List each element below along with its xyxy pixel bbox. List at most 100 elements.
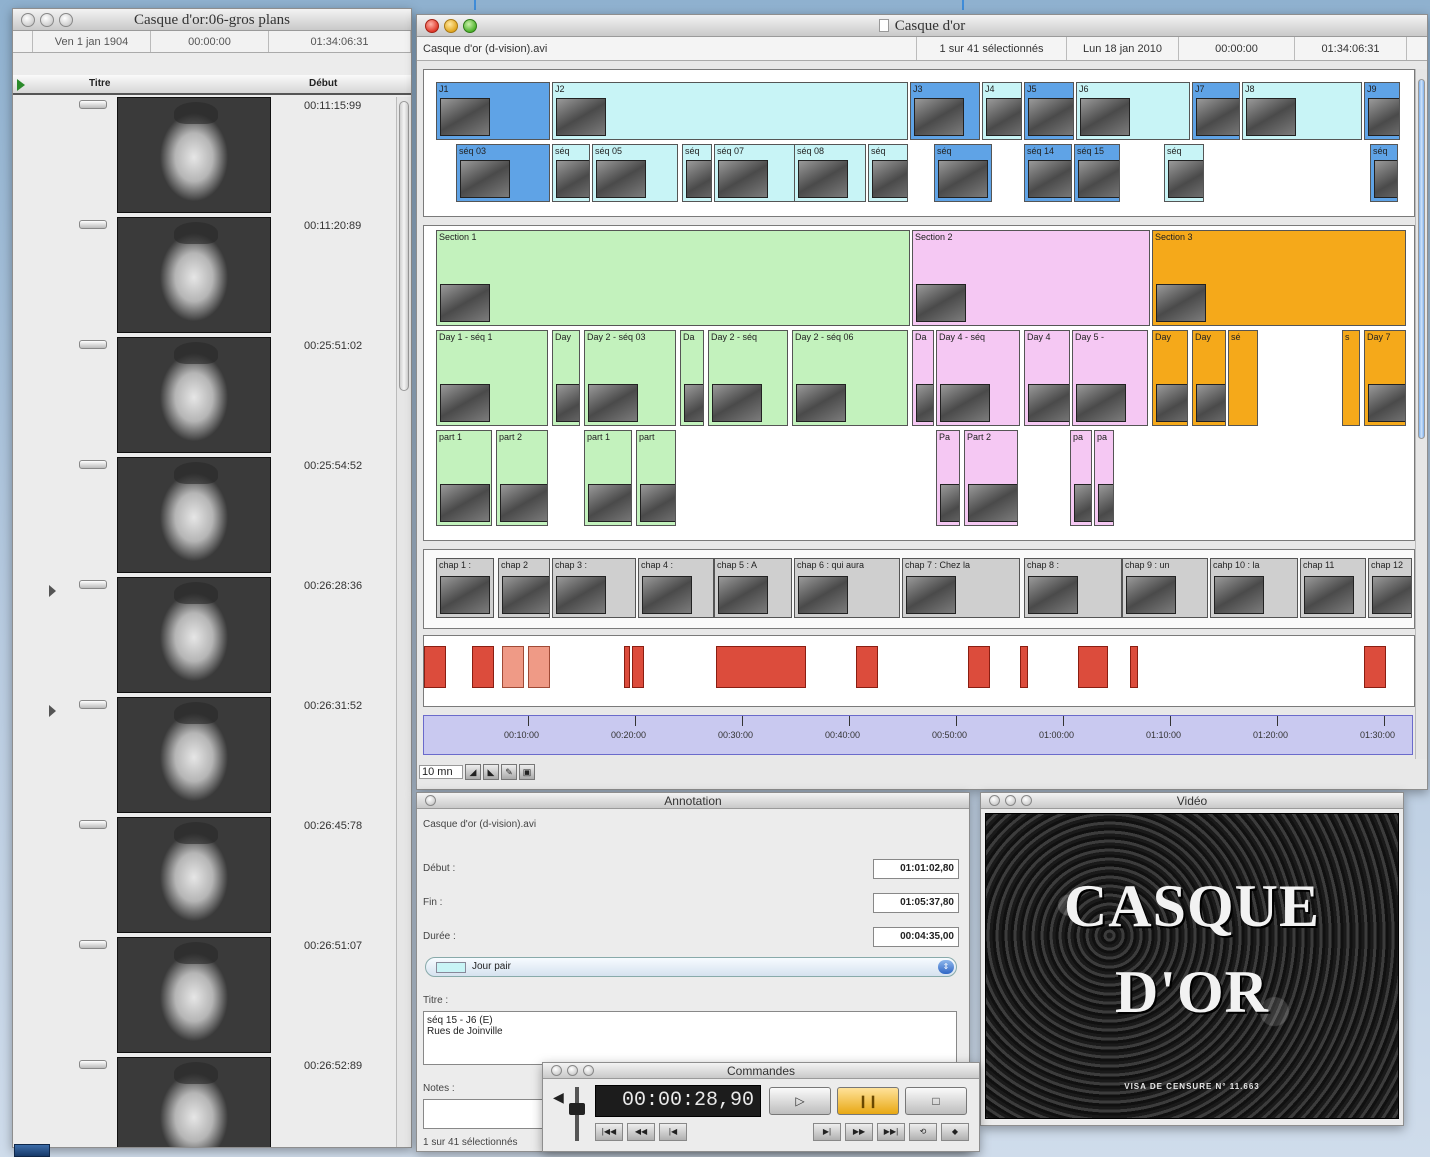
day-block[interactable]: Day 2 - séq 03 <box>584 330 676 426</box>
zoom-button[interactable] <box>583 1065 594 1076</box>
step-forward-icon[interactable]: ▶| <box>813 1123 841 1141</box>
chapter-block[interactable]: chap 3 : <box>552 558 636 618</box>
column-title[interactable]: Titre <box>89 78 111 89</box>
annotation-marker[interactable] <box>502 646 524 688</box>
clip-thumbnail[interactable] <box>117 697 271 813</box>
clip-marker-icon[interactable] <box>79 580 107 589</box>
clip-thumbnail[interactable] <box>117 217 271 333</box>
day-segment[interactable]: J8 <box>1242 82 1362 140</box>
zoom-button[interactable] <box>463 19 477 33</box>
annotation-marker[interactable] <box>1020 646 1028 688</box>
day-block[interactable]: Day 4 - séq <box>936 330 1020 426</box>
day-segment[interactable]: J1 <box>436 82 550 140</box>
volume-control[interactable]: ◀ <box>551 1085 589 1143</box>
time-ruler[interactable]: 00:10:00 00:20:00 00:30:00 00:40:00 00:50:00… <box>423 715 1413 755</box>
day-block[interactable]: Day 4 <box>1024 330 1070 426</box>
duration-field[interactable]: 00:04:35,00 <box>873 927 959 947</box>
rewind-start-icon[interactable]: |◀◀ <box>595 1123 623 1141</box>
category-popup[interactable]: Jour pair ⇕ <box>425 957 957 977</box>
clip-list-titlebar[interactable]: Casque d'or:06-gros plans <box>13 9 411 31</box>
part-block[interactable]: pa <box>1094 430 1114 526</box>
annotation-marker[interactable] <box>632 646 644 688</box>
section-segment[interactable]: Section 2 <box>912 230 1150 326</box>
clip-row[interactable]: 00:26:52:89 <box>13 1057 408 1147</box>
day-segment[interactable]: J2 <box>552 82 908 140</box>
day-segment[interactable]: J5 <box>1024 82 1074 140</box>
clip-row[interactable]: 00:11:15:99 <box>13 97 408 217</box>
day-block[interactable]: Day 5 - <box>1072 330 1148 426</box>
start-field[interactable]: 01:01:02,80 <box>873 859 959 879</box>
chapter-block[interactable]: chap 11 <box>1300 558 1366 618</box>
loop-icon[interactable]: ⟲ <box>909 1123 937 1141</box>
seq-segment[interactable]: séq <box>934 144 992 202</box>
clip-thumbnail[interactable] <box>117 1057 271 1147</box>
part-block[interactable]: Part 2 <box>964 430 1018 526</box>
step-back-icon[interactable]: |◀ <box>659 1123 687 1141</box>
chapter-block[interactable]: chap 12 <box>1368 558 1412 618</box>
column-start[interactable]: Début <box>309 78 337 89</box>
fast-forward-icon[interactable]: ▶▶ <box>845 1123 873 1141</box>
pause-button[interactable]: ❙❙ <box>837 1087 899 1115</box>
day-segment[interactable]: J7 <box>1192 82 1240 140</box>
seq-segment[interactable]: séq <box>868 144 908 202</box>
seq-segment[interactable]: séq 05 <box>592 144 678 202</box>
zoom-select[interactable]: 10 mn <box>419 765 463 779</box>
timeline-scrollbar[interactable] <box>1415 69 1427 759</box>
minimize-button[interactable] <box>444 19 458 33</box>
seq-segment[interactable]: séq <box>552 144 590 202</box>
annotation-marker[interactable] <box>856 646 878 688</box>
day-block[interactable]: Day <box>552 330 580 426</box>
clip-marker-icon[interactable] <box>79 700 107 709</box>
chapter-block[interactable]: chap 2 <box>498 558 550 618</box>
annotation-marker[interactable] <box>716 646 806 688</box>
seq-segment[interactable]: séq 14 <box>1024 144 1072 202</box>
clip-marker-icon[interactable] <box>79 940 107 949</box>
annotation-titlebar[interactable]: Annotation <box>417 793 969 809</box>
clip-thumbnail[interactable] <box>117 937 271 1053</box>
title-textarea[interactable]: séq 15 - J6 (E) Rues de Joinville <box>423 1011 957 1065</box>
annotation-marker[interactable] <box>424 646 446 688</box>
seq-segment[interactable]: séq 08 <box>794 144 866 202</box>
day-block[interactable]: Day <box>1152 330 1188 426</box>
annotation-marker[interactable] <box>1364 646 1386 688</box>
day-segment[interactable]: J6 <box>1076 82 1190 140</box>
part-block[interactable]: part <box>636 430 676 526</box>
close-button[interactable] <box>425 795 436 806</box>
clip-row[interactable]: 00:26:28:36 <box>13 577 408 697</box>
clip-row[interactable]: 00:11:20:89 <box>13 217 408 337</box>
section-segment[interactable]: Section 1 <box>436 230 910 326</box>
play-button[interactable]: ▷ <box>769 1087 831 1115</box>
clip-marker-icon[interactable] <box>79 100 107 109</box>
chapter-block[interactable]: chap 7 : Chez la <box>902 558 1020 618</box>
close-button[interactable] <box>551 1065 562 1076</box>
clip-marker-icon[interactable] <box>79 460 107 469</box>
day-block[interactable]: Day <box>1192 330 1226 426</box>
day-block[interactable]: Day 2 - séq 06 <box>792 330 908 426</box>
timeline-scroll-thumb[interactable] <box>1418 79 1425 439</box>
seq-segment[interactable]: séq <box>1370 144 1398 202</box>
day-block[interactable]: s <box>1342 330 1360 426</box>
seq-segment[interactable]: séq <box>682 144 712 202</box>
close-button[interactable] <box>989 795 1000 806</box>
close-button[interactable] <box>21 13 35 27</box>
chapter-block[interactable]: chap 1 : <box>436 558 494 618</box>
video-titlebar[interactable]: Vidéo <box>981 793 1403 809</box>
clip-thumbnail[interactable] <box>117 817 271 933</box>
chapter-block[interactable]: chap 5 : A <box>714 558 792 618</box>
minimize-button[interactable] <box>40 13 54 27</box>
chapter-block[interactable]: cahp 10 : la <box>1210 558 1298 618</box>
clip-thumbnail[interactable] <box>117 577 271 693</box>
day-segment[interactable]: J3 <box>910 82 980 140</box>
forward-end-icon[interactable]: ▶▶| <box>877 1123 905 1141</box>
day-segment[interactable]: J9 <box>1364 82 1400 140</box>
chapter-block[interactable]: chap 4 : <box>638 558 714 618</box>
pencil-icon[interactable]: ✎ <box>501 764 517 780</box>
disclosure-triangle-icon[interactable] <box>49 585 56 597</box>
dock-icon[interactable] <box>14 1144 50 1157</box>
annotation-marker[interactable] <box>1130 646 1138 688</box>
track-chapters[interactable]: chap 1 : chap 2 chap 3 : chap 4 : chap 5 : A… <box>423 549 1415 629</box>
volume-knob[interactable] <box>569 1103 585 1115</box>
part-block[interactable]: part 1 <box>584 430 632 526</box>
video-frame[interactable]: CASQUE D'OR VISA DE CENSURE N° 11.663 <box>985 813 1399 1119</box>
clip-thumbnail[interactable] <box>117 97 271 213</box>
